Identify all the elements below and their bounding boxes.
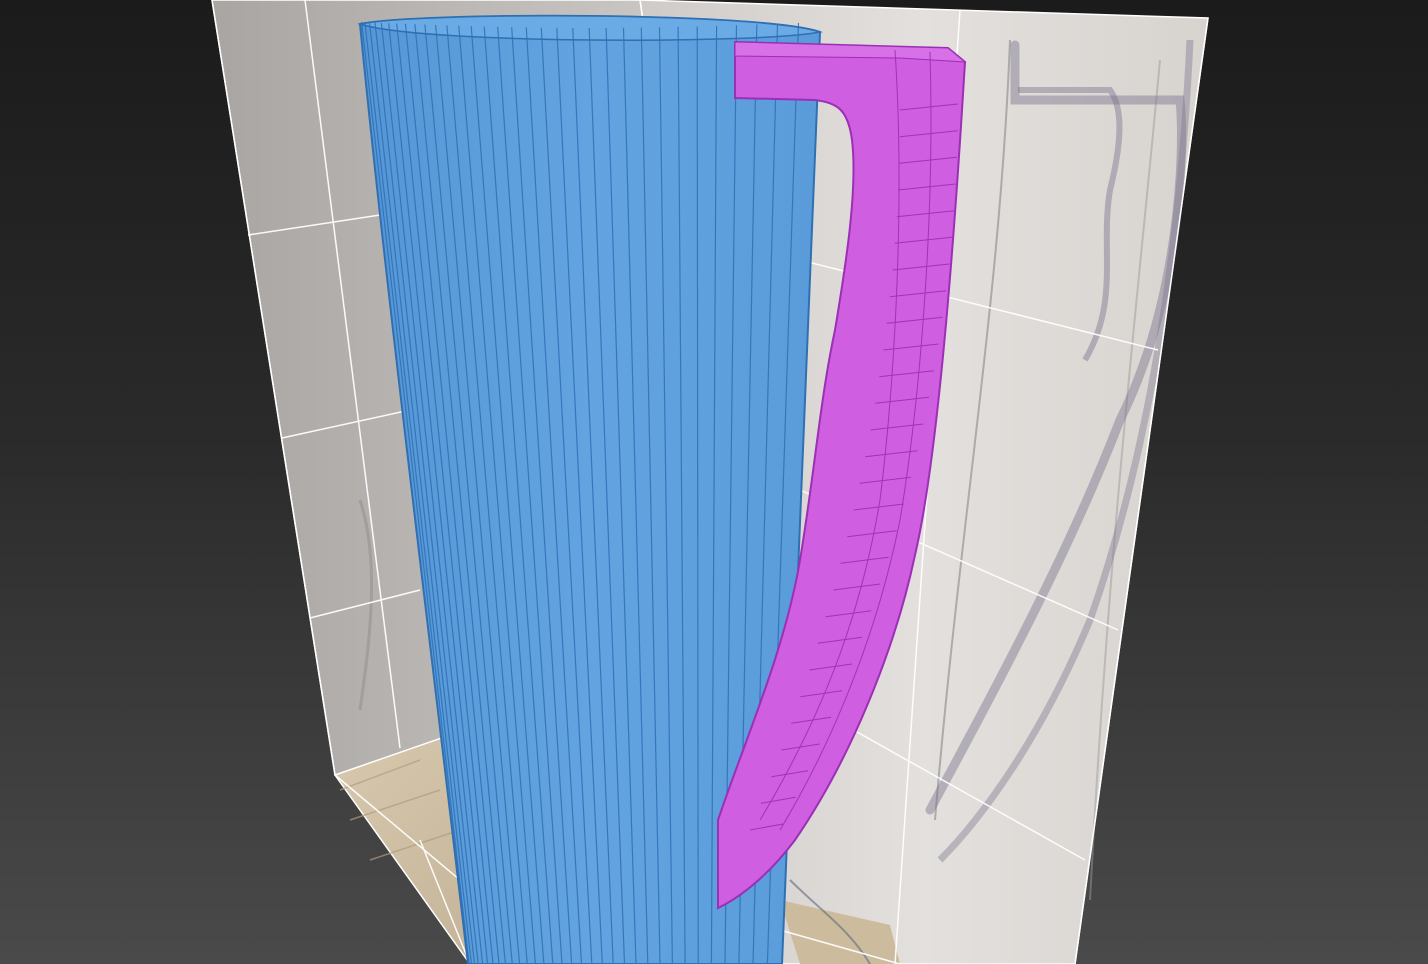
viewport-canvas[interactable] — [0, 0, 1428, 964]
3d-viewport[interactable] — [0, 0, 1428, 964]
